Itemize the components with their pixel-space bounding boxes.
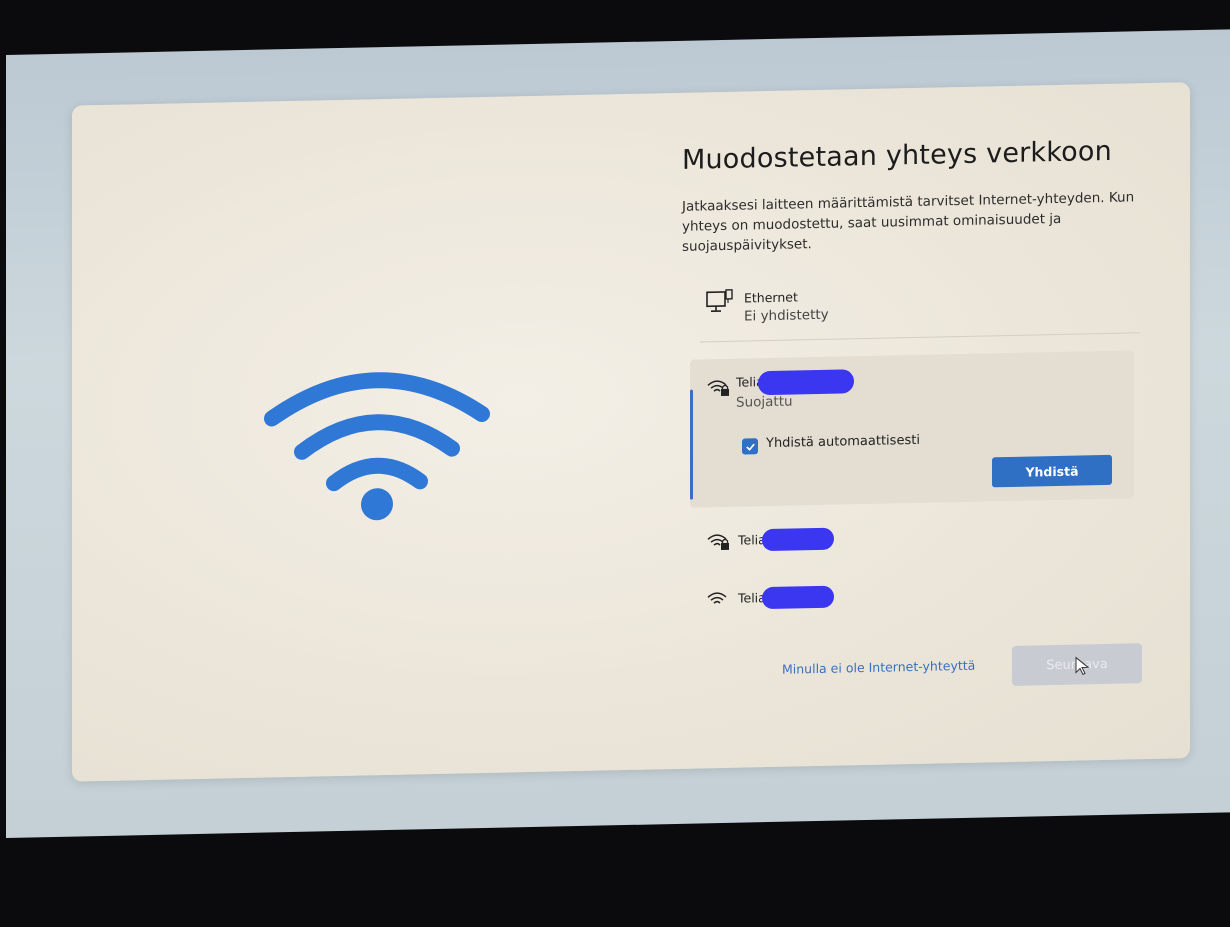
- monitor-screen: Muodostetaan yhteys verkkoon Jatkaaksesi…: [6, 29, 1230, 839]
- ethernet-icon: [706, 289, 733, 313]
- wifi-secured-icon: [707, 534, 729, 551]
- wifi-icon: [707, 592, 727, 604]
- mouse-cursor-icon: [1075, 656, 1090, 676]
- wifi-item-selected[interactable]: Telia Suojattu Yhdistä automaattisesti Y…: [690, 350, 1134, 508]
- wifi-item[interactable]: Telia: [706, 517, 1126, 562]
- redaction-mark: [762, 585, 834, 610]
- wifi-hero-icon: [264, 372, 490, 521]
- redaction-mark: [762, 527, 834, 552]
- check-icon: [745, 443, 755, 451]
- page-description: Jatkaaksesi laitteen määrittämistä tarvi…: [682, 189, 1135, 255]
- wifi-secured-icon: [707, 380, 729, 397]
- wifi-status: Suojattu: [736, 393, 793, 411]
- illustration-pane: [72, 93, 662, 781]
- auto-connect-checkbox[interactable]: [742, 438, 758, 455]
- ethernet-status: Ei yhdistetty: [744, 306, 829, 325]
- wifi-item[interactable]: Telia: [706, 575, 1126, 620]
- redaction-mark: [758, 369, 854, 396]
- auto-connect-label[interactable]: Yhdistä automaattisesti: [766, 433, 920, 451]
- setup-dialog: Muodostetaan yhteys verkkoon Jatkaaksesi…: [72, 82, 1190, 782]
- ethernet-name: Ethernet: [744, 289, 798, 306]
- page-title: Muodostetaan yhteys verkkoon: [682, 135, 1112, 176]
- network-pane: Muodostetaan yhteys verkkoon Jatkaaksesi…: [682, 83, 1162, 769]
- network-list: Ethernet Ei yhdistetty Telia Suojattu Yh…: [682, 268, 1152, 648]
- no-internet-link[interactable]: Minulla ei ole Internet-yhteyttä: [782, 658, 975, 677]
- ethernet-item[interactable]: Ethernet Ei yhdistetty: [706, 277, 1126, 336]
- selection-indicator: [690, 389, 693, 500]
- connect-button[interactable]: Yhdistä: [992, 454, 1112, 488]
